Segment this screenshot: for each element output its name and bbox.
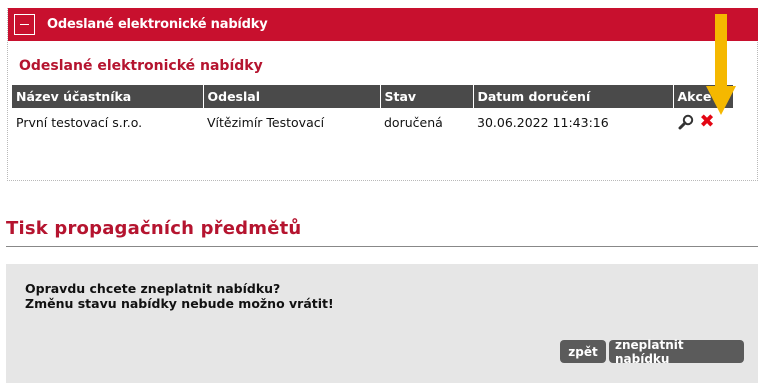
- back-button[interactable]: zpět: [560, 340, 606, 363]
- column-header-status[interactable]: Stav: [380, 85, 474, 108]
- confirm-message: Opravdu chcete zneplatnit nabídku? Změnu…: [25, 281, 334, 311]
- table-row: První testovací s.r.o. Vítězimír Testova…: [12, 108, 733, 134]
- column-header-delivery-date[interactable]: Datum doručení: [473, 85, 674, 108]
- annotation-arrow-icon: [706, 14, 736, 115]
- column-header-participant[interactable]: Název účastníka: [12, 85, 204, 108]
- cell-sender: Vítězimír Testovací: [207, 114, 325, 130]
- cell-participant: První testovací s.r.o.: [16, 114, 143, 130]
- column-header-sender[interactable]: Odeslal: [203, 85, 381, 108]
- delete-x-icon[interactable]: ✖: [698, 113, 716, 131]
- table-header-row: Název účastníka Odeslal Stav Datum doruč…: [12, 85, 733, 108]
- collapse-button[interactable]: [14, 14, 35, 35]
- heading-divider: [6, 246, 758, 247]
- cell-delivery-date: 30.06.2022 11:43:16: [477, 114, 609, 130]
- panel-header: Odeslané elektronické nabídky: [8, 8, 758, 41]
- offers-table: Název účastníka Odeslal Stav Datum doruč…: [12, 85, 733, 134]
- magnifier-icon[interactable]: [677, 113, 695, 131]
- section-title: Odeslané elektronické nabídky: [19, 58, 263, 74]
- page-heading: Tisk propagačních předmětů: [6, 218, 302, 239]
- confirm-dialog: Opravdu chcete zneplatnit nabídku? Změnu…: [6, 264, 758, 383]
- cell-status: doručená: [384, 114, 443, 130]
- invalidate-offer-button[interactable]: zneplatnit nabídku: [609, 338, 744, 366]
- confirm-warning: Změnu stavu nabídky nebude možno vrátit!: [25, 296, 334, 311]
- minus-icon: [20, 24, 29, 25]
- panel-title: Odeslané elektronické nabídky: [47, 17, 268, 32]
- confirm-question: Opravdu chcete zneplatnit nabídku?: [25, 281, 281, 296]
